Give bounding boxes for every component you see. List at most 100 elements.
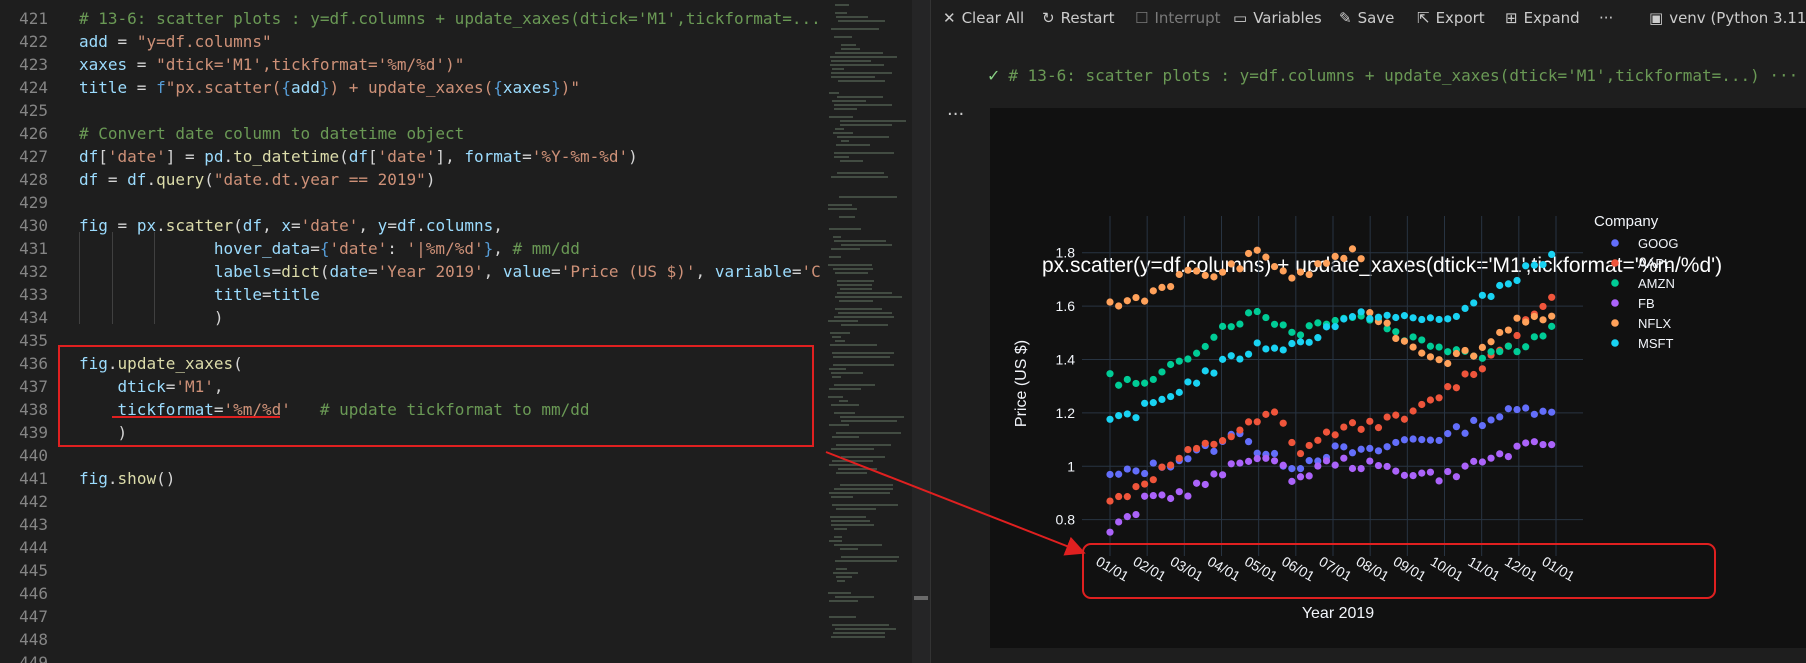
- y-tick-label: 1.2: [1056, 405, 1076, 421]
- data-point-nflx: [1409, 343, 1417, 351]
- data-point-fb: [1426, 468, 1435, 476]
- data-point-aapl: [1470, 370, 1478, 379]
- minimap-line: [828, 320, 858, 322]
- data-point-nflx: [1244, 249, 1253, 258]
- data-point-fb: [1400, 471, 1409, 479]
- data-point-aapl: [1244, 418, 1253, 426]
- data-point-msft: [1218, 355, 1227, 363]
- data-point-aapl: [1270, 408, 1279, 416]
- minimap-line: [841, 456, 885, 458]
- kernel-picker[interactable]: ▣ venv (Python 3.11.1): [1649, 9, 1806, 27]
- minimap-line: [831, 404, 859, 406]
- minimap-line: [837, 96, 883, 98]
- stop-icon: ☐: [1135, 9, 1149, 27]
- data-point-amzn: [1522, 343, 1530, 351]
- code-line[interactable]: add = "y=df.columns": [79, 30, 272, 53]
- minimap-line: [833, 572, 858, 574]
- data-point-nflx: [1305, 270, 1313, 279]
- legend-marker: [1611, 259, 1619, 267]
- y-tick-label: 1.6: [1056, 298, 1076, 314]
- cell-header[interactable]: ✓ # 13-6: scatter plots : y=df.columns + …: [987, 66, 1798, 85]
- restart-button[interactable]: ↻ Restart: [1042, 9, 1115, 27]
- data-point-aapl: [1461, 370, 1469, 378]
- code-area[interactable]: # 13-6: scatter plots : y=df.columns + u…: [79, 0, 820, 663]
- interrupt-button[interactable]: ☐ Interrupt: [1135, 9, 1220, 27]
- data-point-fb: [1115, 518, 1123, 526]
- code-line[interactable]: labels=dict(date='Year 2019', value='Pri…: [79, 260, 820, 283]
- data-point-goog: [1409, 435, 1417, 443]
- code-line[interactable]: title = f"px.scatter({add}) + update_xax…: [79, 76, 580, 99]
- data-point-nflx: [1167, 283, 1175, 291]
- expand-button[interactable]: ⊞ Expand: [1505, 9, 1580, 27]
- code-line[interactable]: # Convert date column to datetime object: [79, 122, 464, 145]
- data-point-nflx: [1106, 298, 1114, 306]
- data-point-amzn: [1167, 360, 1175, 369]
- line-number: 430: [19, 216, 48, 235]
- x-tick-label: 07/01: [1316, 553, 1355, 584]
- code-line[interactable]: fig = px.scatter(df, x='date', y=df.colu…: [79, 214, 503, 237]
- data-point-aapl: [1175, 454, 1183, 462]
- data-point-aapl: [1314, 436, 1322, 444]
- data-point-msft: [1305, 338, 1313, 346]
- data-point-goog: [1435, 436, 1443, 445]
- data-point-nflx: [1210, 273, 1218, 281]
- variables-button[interactable]: ▭ Variables: [1233, 9, 1322, 27]
- minimap-line: [832, 460, 873, 462]
- data-point-goog: [1357, 445, 1365, 453]
- code-line[interactable]: title=title: [79, 283, 320, 306]
- data-point-amzn: [1123, 375, 1131, 384]
- minimap-line: [838, 312, 892, 314]
- save-button[interactable]: ✎ Save: [1339, 9, 1394, 27]
- more-actions-button[interactable]: ···: [1599, 9, 1613, 27]
- y-tick-label: 1.8: [1056, 245, 1076, 261]
- data-point-amzn: [1392, 328, 1400, 336]
- line-number: 426: [19, 124, 48, 143]
- minimap-line: [834, 36, 852, 38]
- code-line[interactable]: df = df.query("date.dt.year == 2019"): [79, 168, 435, 191]
- data-point-amzn: [1201, 342, 1209, 351]
- legend-marker: [1611, 339, 1619, 347]
- data-point-msft: [1201, 367, 1209, 375]
- data-point-fb: [1167, 494, 1175, 503]
- minimap-line: [830, 344, 877, 346]
- code-editor[interactable]: 421 422 423 424 425 426 427 428 429 430 431 432 433 4…: [0, 0, 820, 663]
- minimap-line: [840, 124, 892, 126]
- code-line[interactable]: df['date'] = pd.to_datetime(df['date'], …: [79, 145, 638, 168]
- data-point-amzn: [1530, 333, 1538, 341]
- line-number: 433: [19, 285, 48, 304]
- line-number: 437: [19, 377, 48, 396]
- data-point-nflx: [1496, 328, 1504, 337]
- indent-guide: [79, 232, 80, 324]
- highlight-box: [58, 345, 814, 447]
- minimap-line: [834, 384, 875, 386]
- x-tick-label: 08/01: [1353, 553, 1392, 584]
- data-point-msft: [1418, 315, 1426, 324]
- data-point-aapl: [1115, 492, 1123, 501]
- scrollbar-thumb[interactable]: [914, 596, 928, 600]
- kernel-label: venv (Python 3.11.1): [1669, 9, 1806, 27]
- data-point-amzn: [1279, 321, 1287, 329]
- data-point-aapl: [1400, 415, 1409, 423]
- minimap-line: [832, 68, 844, 70]
- cell-more-button[interactable]: ···: [947, 104, 964, 125]
- editor-scrollbar[interactable]: [912, 0, 930, 663]
- code-line[interactable]: fig.show(): [79, 467, 175, 490]
- data-point-amzn: [1132, 379, 1140, 388]
- minimap-line: [828, 396, 843, 398]
- data-point-amzn: [1175, 357, 1183, 365]
- clear-all-button[interactable]: ✕ Clear All: [943, 9, 1024, 27]
- data-point-aapl: [1418, 400, 1426, 409]
- data-point-msft: [1478, 291, 1486, 299]
- data-point-aapl: [1227, 433, 1235, 441]
- minimap-line: [828, 208, 857, 210]
- export-button[interactable]: ⇱ Export: [1417, 9, 1485, 27]
- data-point-msft: [1452, 312, 1461, 321]
- code-line[interactable]: # 13-6: scatter plots : y=df.columns + u…: [79, 7, 820, 30]
- code-line[interactable]: ): [79, 306, 224, 329]
- data-point-fb: [1132, 510, 1140, 519]
- code-line[interactable]: xaxes = "dtick='M1',tickformat='%m/%d')": [79, 53, 464, 76]
- data-point-nflx: [1357, 255, 1365, 263]
- data-point-aapl: [1444, 383, 1452, 391]
- minimap[interactable]: [820, 0, 912, 663]
- data-point-amzn: [1314, 319, 1322, 327]
